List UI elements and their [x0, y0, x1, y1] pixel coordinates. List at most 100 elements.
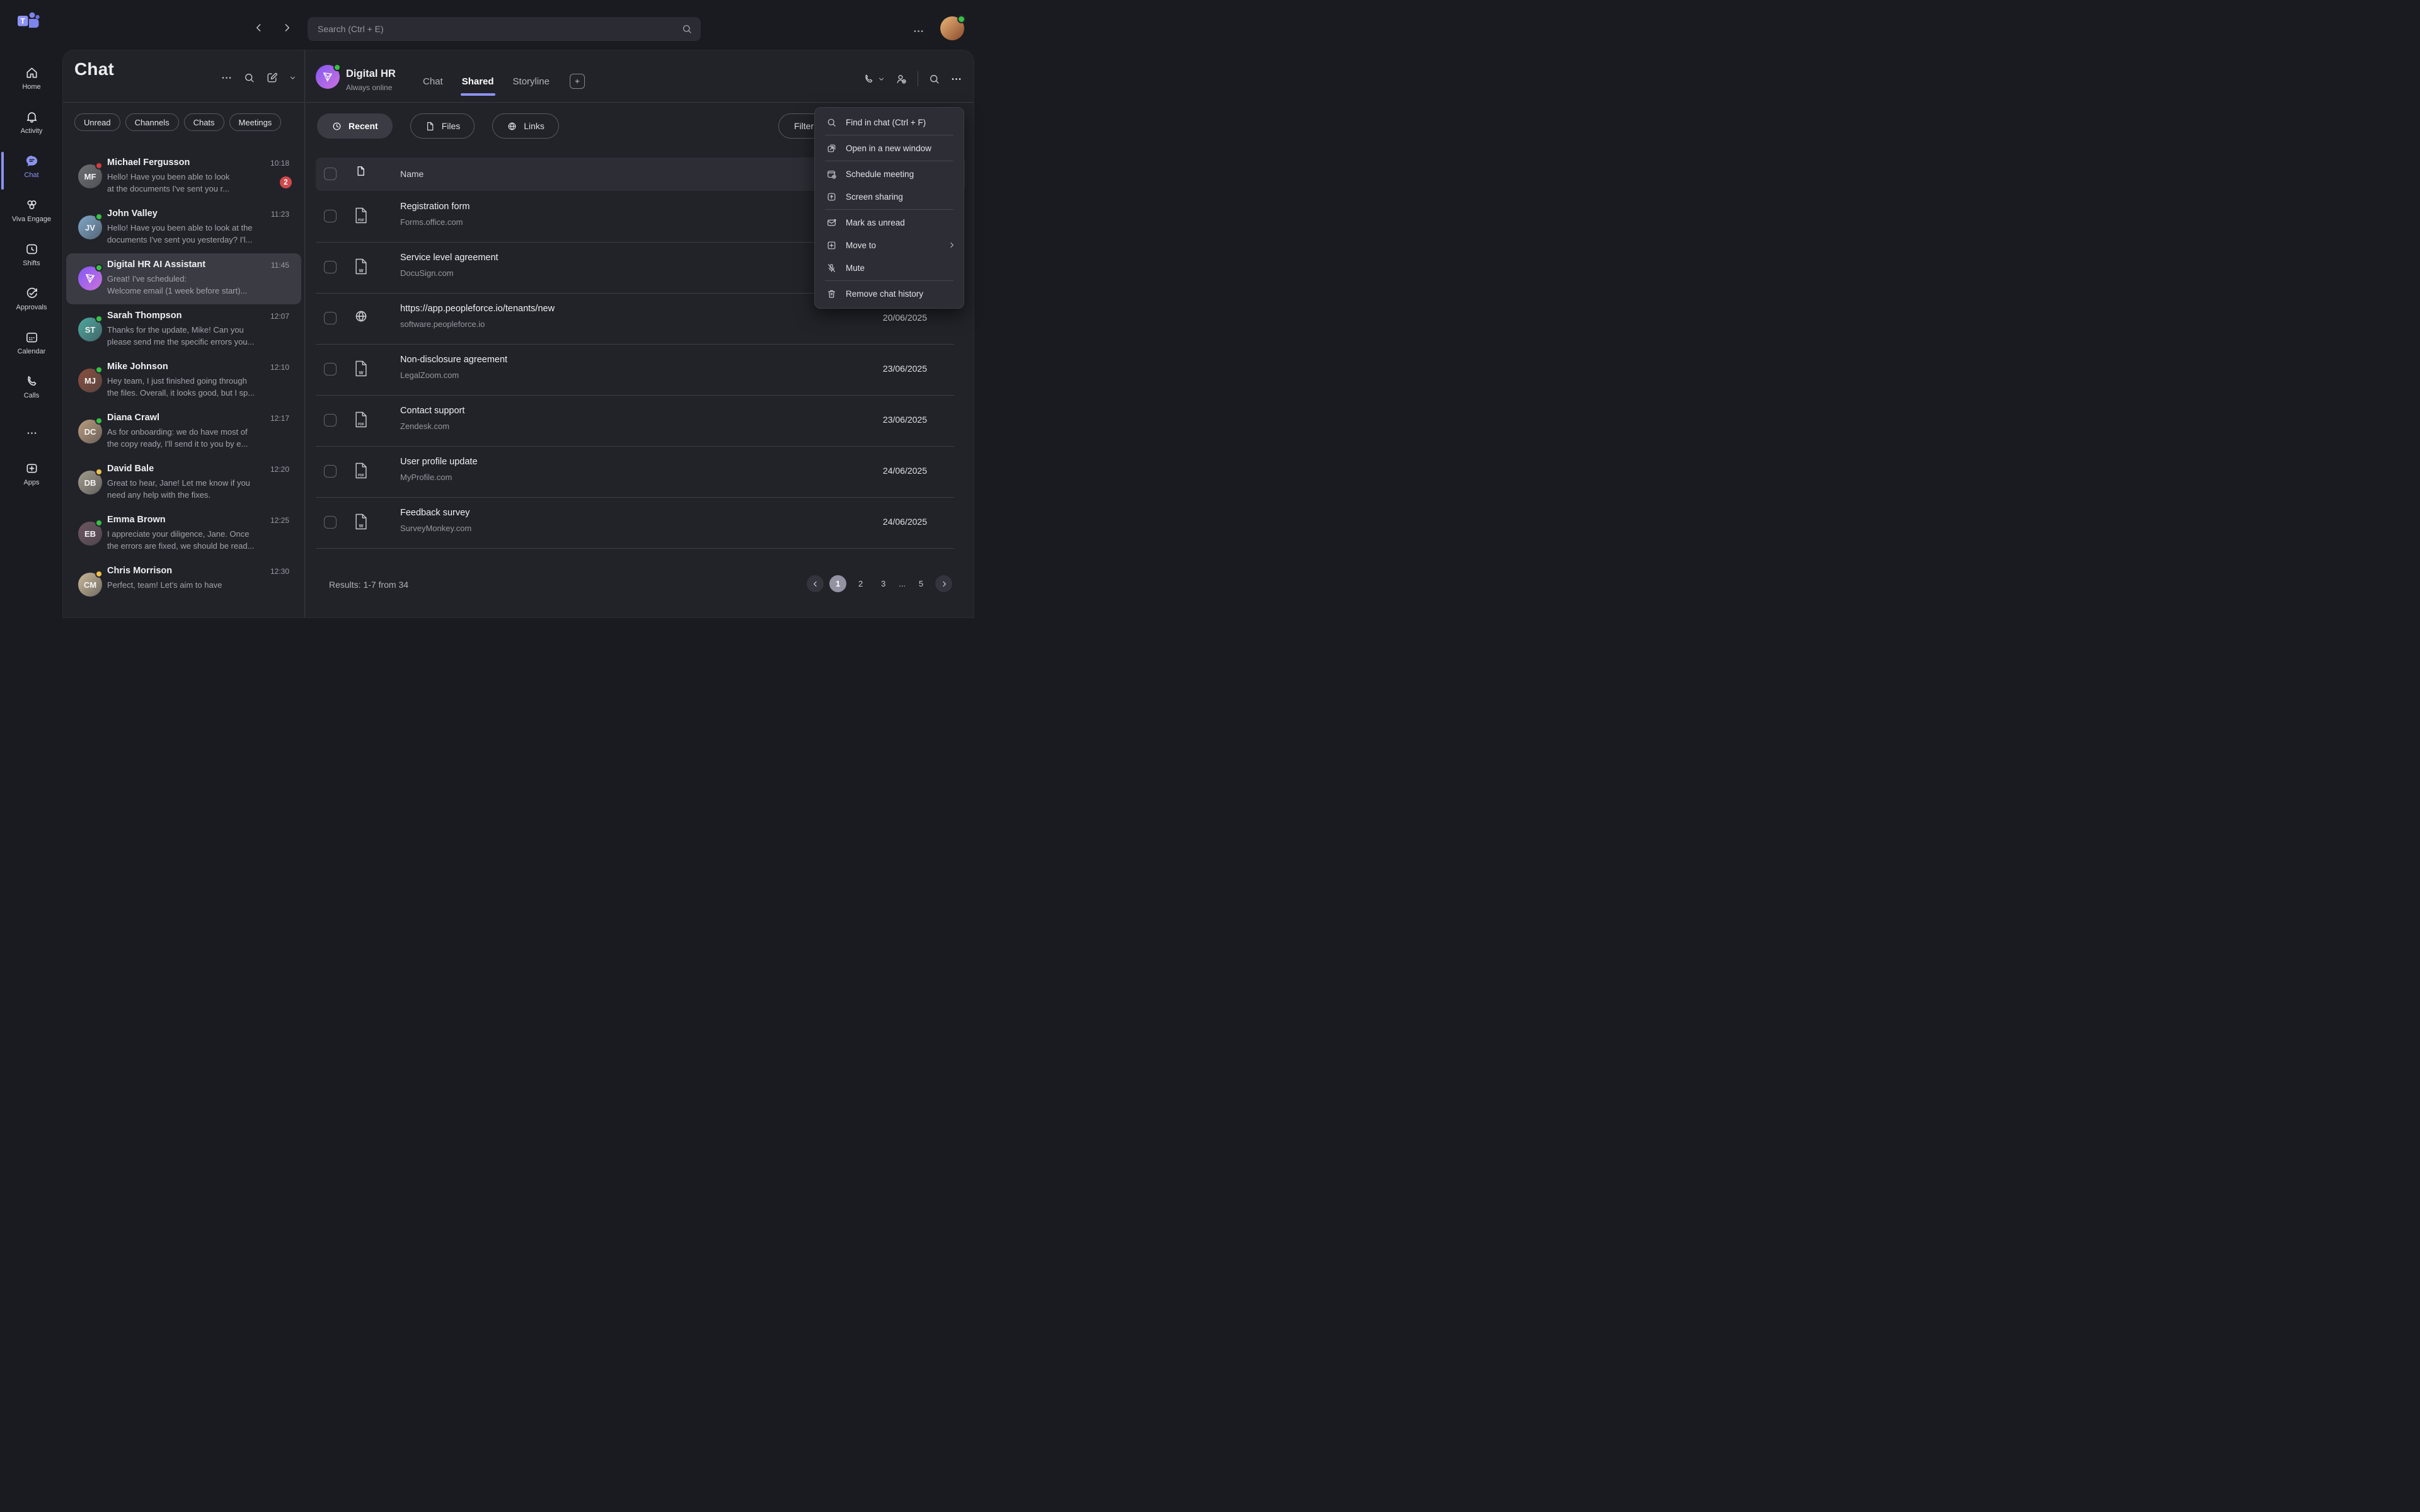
peer-avatar[interactable] [316, 65, 340, 89]
presence-online-dot [95, 519, 103, 527]
chevron-down-icon[interactable] [289, 74, 297, 82]
viva-engage-icon [25, 198, 39, 212]
sidebar-item-approvals[interactable]: Approvals [0, 286, 63, 321]
pagination-page-5[interactable]: 5 [913, 575, 930, 592]
row-checkbox[interactable] [324, 363, 337, 375]
sidebar-item-calendar[interactable]: Calendar [0, 330, 63, 365]
conversation-item[interactable]: CMChris Morrison12:30Perfect, team! Let'… [66, 559, 301, 610]
view-filter-label: Recent [349, 121, 378, 131]
sidebar-item-viva-engage[interactable]: Viva Engage [0, 198, 63, 233]
call-button[interactable] [863, 73, 885, 85]
chat-options-button[interactable] [950, 73, 962, 85]
pagination-prev-button[interactable] [807, 575, 824, 592]
add-people-button[interactable] [896, 73, 908, 85]
sidebar-item-shifts[interactable]: Shifts [0, 242, 63, 277]
view-filter-files[interactable]: Files [410, 113, 475, 139]
new-chat-button[interactable] [266, 72, 278, 84]
conversation-item[interactable]: Digital HR AI Assistant11:45Great! I've … [66, 253, 301, 304]
chat-more-button[interactable] [221, 72, 233, 84]
pagination-page-1[interactable]: 1 [829, 575, 846, 592]
file-row[interactable]: PDFContact supportZendesk.com23/06/2025 [306, 395, 974, 446]
menu-separator [825, 280, 954, 281]
peer-status: Always online [346, 83, 392, 92]
chat-search-button[interactable] [243, 72, 255, 84]
conversation-name: Emma Brown [107, 515, 166, 525]
find-in-chat-button[interactable] [928, 73, 940, 85]
conversation-item[interactable]: MJMike Johnson12:10Hey team, I just fini… [66, 355, 301, 406]
file-date: 24/06/2025 [848, 517, 927, 527]
svg-text:T: T [21, 17, 26, 26]
file-row[interactable]: PDFUser profile updateMyProfile.com24/06… [306, 446, 974, 497]
file-row[interactable]: WFeedback surveySurveyMonkey.com24/06/20… [306, 497, 974, 548]
file-name[interactable]: Contact support [400, 406, 464, 416]
add-tab-button[interactable] [570, 74, 585, 89]
sidebar-item-activity[interactable]: Activity [0, 110, 63, 145]
conversation-item[interactable]: DBDavid Bale12:20Great to hear, Jane! Le… [66, 457, 301, 508]
rail-more-button[interactable] [0, 427, 63, 439]
row-checkbox[interactable] [324, 210, 337, 222]
menu-item-find-in-chat-ctrl-f[interactable]: Find in chat (Ctrl + F) [815, 111, 964, 134]
conversation-time: 12:17 [270, 414, 289, 423]
tab-chat[interactable]: Chat [423, 76, 443, 87]
pagination-next-button[interactable] [935, 575, 952, 592]
page-title: Chat [74, 59, 114, 79]
file-name[interactable]: Feedback survey [400, 508, 470, 518]
file-name[interactable]: User profile update [400, 457, 478, 467]
nav-forward-button[interactable] [280, 21, 293, 34]
menu-item-move-to[interactable]: Move to [815, 234, 964, 256]
chat-filter-channels[interactable]: Channels [125, 113, 179, 131]
search-input[interactable] [308, 17, 701, 41]
row-checkbox[interactable] [324, 414, 337, 427]
chat-filter-meetings[interactable]: Meetings [229, 113, 282, 131]
chat-filter-unread[interactable]: Unread [74, 113, 120, 131]
topbar-more-button[interactable] [913, 25, 925, 37]
chat-options-context-menu: Find in chat (Ctrl + F) Open in a new win… [814, 107, 964, 309]
file-row[interactable]: WNon-disclosure agreementLegalZoom.com23… [306, 344, 974, 395]
presence-online-dot [957, 15, 965, 23]
chat-filter-chats[interactable]: Chats [184, 113, 224, 131]
row-checkbox[interactable] [324, 312, 337, 324]
menu-item-open-in-a-new-window[interactable]: Open in a new window [815, 137, 964, 159]
sidebar-item-home[interactable]: Home [0, 66, 63, 101]
menu-item-schedule-meeting[interactable]: Schedule meeting [815, 163, 964, 185]
file-name[interactable]: Non-disclosure agreement [400, 355, 507, 365]
row-checkbox[interactable] [324, 465, 337, 478]
view-filter-recent[interactable]: Recent [317, 113, 393, 139]
file-name[interactable]: Service level agreement [400, 253, 498, 263]
tab-shared[interactable]: Shared [462, 76, 494, 87]
menu-item-mark-as-unread[interactable]: Mark as unread [815, 211, 964, 234]
pagination-page-2[interactable]: 2 [852, 575, 869, 592]
sidebar-item-apps[interactable]: Apps [0, 461, 63, 496]
calendar-plus-icon [826, 169, 837, 180]
pagination-page-3[interactable]: 3 [875, 575, 892, 592]
conversation-item[interactable]: DCDiana Crawl12:17As for onboarding: we … [66, 406, 301, 457]
sidebar-item-calls[interactable]: Calls [0, 374, 63, 410]
conversation-preview: Hey team, I just finished going through … [107, 375, 287, 399]
conversation-list: MFMichael Fergusson10:18Hello! Have you … [63, 139, 304, 617]
select-all-checkbox[interactable] [324, 168, 337, 180]
conversation-item[interactable]: EBEmma Brown12:25I appreciate your dilig… [66, 508, 301, 559]
menu-item-remove-chat-history[interactable]: Remove chat history [815, 282, 964, 305]
open-window-icon [826, 143, 837, 154]
nav-back-button[interactable] [253, 21, 265, 34]
user-avatar[interactable] [940, 16, 964, 40]
conversation-item[interactable]: JVJohn Valley11:23Hello! Have you been a… [66, 202, 301, 253]
tab-storyline[interactable]: Storyline [513, 76, 550, 87]
conversation-item[interactable]: STSarah Thompson12:07Thanks for the upda… [66, 304, 301, 355]
conversation-preview: Great! I've scheduled: Welcome email (1 … [107, 273, 287, 297]
conversation-item[interactable]: MFMichael Fergusson10:18Hello! Have you … [66, 151, 301, 202]
peer-name: Digital HR [346, 68, 396, 80]
presence-online-dot [333, 64, 341, 71]
menu-item-screen-sharing[interactable]: Screen sharing [815, 185, 964, 208]
search-icon [826, 117, 837, 128]
file-name[interactable]: https://app.peopleforce.io/tenants/new [400, 304, 555, 314]
chevron-down-icon [877, 75, 885, 83]
sidebar-item-chat[interactable]: Chat [0, 154, 63, 189]
phone-icon [863, 73, 875, 85]
row-checkbox[interactable] [324, 516, 337, 529]
file-name[interactable]: Registration form [400, 202, 470, 212]
row-checkbox[interactable] [324, 261, 337, 273]
conversation-name: Chris Morrison [107, 566, 172, 576]
view-filter-links[interactable]: Links [492, 113, 559, 139]
menu-item-mute[interactable]: Mute [815, 256, 964, 279]
